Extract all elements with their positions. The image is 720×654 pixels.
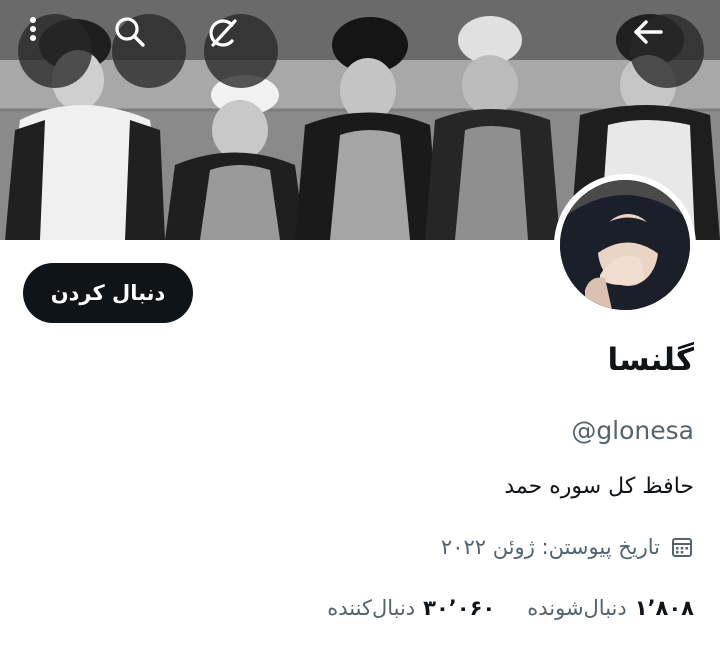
slash-circle-icon [209, 19, 237, 47]
following-count: ۱٬۸۰۸ [634, 596, 694, 620]
followers-stat[interactable]: ۳۰٬۰۶۰ دنبال‌کننده [327, 596, 495, 620]
avatar-image [560, 180, 690, 310]
following-stat[interactable]: ۱٬۸۰۸ دنبال‌شونده [527, 596, 694, 620]
profile-bio: حافظ کل سوره حمد [504, 474, 694, 499]
join-date-text: تاریخ پیوستن: ژوئن ۲۰۲۲ [440, 535, 660, 559]
grok-button[interactable] [204, 14, 278, 88]
follow-button[interactable]: دنبال کردن [23, 263, 193, 323]
search-icon [115, 17, 145, 47]
following-label: دنبال‌شونده [527, 596, 627, 620]
followers-label: دنبال‌کننده [327, 596, 416, 620]
avatar-container[interactable] [554, 174, 696, 316]
search-button[interactable] [112, 14, 186, 88]
calendar-icon [670, 535, 694, 559]
followers-count: ۳۰٬۰۶۰ [423, 596, 496, 620]
avatar[interactable] [560, 180, 690, 310]
profile-handle: @glonesa [571, 416, 694, 445]
more-vertical-icon [30, 17, 36, 41]
arrow-left-icon [634, 20, 663, 44]
follow-stats: ۱٬۸۰۸ دنبال‌شونده ۳۰٬۰۶۰ دنبال‌کننده [295, 596, 694, 620]
back-button[interactable] [630, 14, 704, 88]
join-date: تاریخ پیوستن: ژوئن ۲۰۲۲ [441, 535, 694, 559]
profile-name: گلنسا [607, 342, 694, 378]
more-button[interactable] [18, 14, 92, 88]
